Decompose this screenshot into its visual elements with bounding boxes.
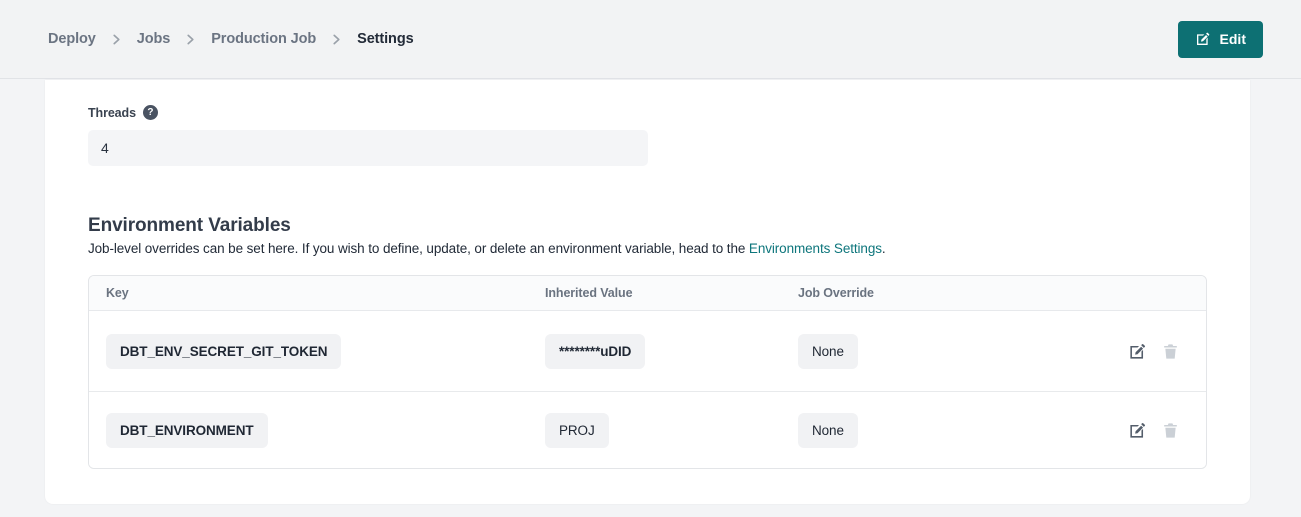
edit-row-button[interactable] [1128, 342, 1147, 361]
edit-pencil-square-icon [1195, 31, 1211, 47]
edit-button[interactable]: Edit [1178, 21, 1263, 58]
breadcrumb: Deploy Jobs Production Job Settings [48, 31, 414, 47]
help-icon[interactable]: ? [143, 105, 158, 120]
threads-label: Threads [88, 106, 136, 120]
delete-row-button [1161, 421, 1180, 440]
env-var-key: DBT_ENVIRONMENT [106, 413, 268, 448]
env-var-key: DBT_ENV_SECRET_GIT_TOKEN [106, 334, 341, 369]
breadcrumb-item-jobs[interactable]: Jobs [137, 31, 170, 47]
column-header-job-override: Job Override [781, 286, 1051, 300]
chevron-right-icon [111, 34, 122, 45]
env-var-inherited-value: PROJ [545, 413, 609, 448]
threads-input[interactable] [88, 130, 648, 166]
trash-icon [1161, 342, 1180, 361]
settings-panel: Threads ? Environment Variables Job-leve… [45, 80, 1250, 504]
table-row: DBT_ENV_SECRET_GIT_TOKEN ********uDID No… [89, 311, 1206, 391]
table-row: DBT_ENVIRONMENT PROJ None [89, 391, 1206, 468]
trash-icon [1161, 421, 1180, 440]
env-vars-description: Job-level overrides can be set here. If … [88, 241, 886, 256]
column-header-key: Key [89, 286, 528, 300]
top-bar: Deploy Jobs Production Job Settings Edit [0, 0, 1301, 79]
column-header-inherited-value: Inherited Value [528, 286, 781, 300]
env-vars-table: Key Inherited Value Job Override DBT_ENV… [88, 275, 1207, 469]
delete-row-button [1161, 342, 1180, 361]
env-var-inherited-value: ********uDID [545, 334, 645, 369]
edit-button-label: Edit [1220, 31, 1246, 47]
env-vars-description-period: . [882, 241, 886, 256]
edit-row-button[interactable] [1128, 421, 1147, 440]
env-vars-description-text: Job-level overrides can be set here. If … [88, 241, 749, 256]
table-header-row: Key Inherited Value Job Override [89, 276, 1206, 311]
edit-pencil-square-icon [1128, 421, 1147, 440]
chevron-right-icon [331, 34, 342, 45]
breadcrumb-item-production-job[interactable]: Production Job [211, 31, 316, 47]
env-var-job-override: None [798, 334, 858, 369]
edit-pencil-square-icon [1128, 342, 1147, 361]
breadcrumb-item-deploy[interactable]: Deploy [48, 31, 96, 47]
env-var-job-override: None [798, 413, 858, 448]
chevron-right-icon [185, 34, 196, 45]
environments-settings-link[interactable]: Environments Settings [749, 241, 882, 256]
env-vars-title: Environment Variables [88, 215, 291, 237]
breadcrumb-item-settings: Settings [357, 31, 413, 47]
